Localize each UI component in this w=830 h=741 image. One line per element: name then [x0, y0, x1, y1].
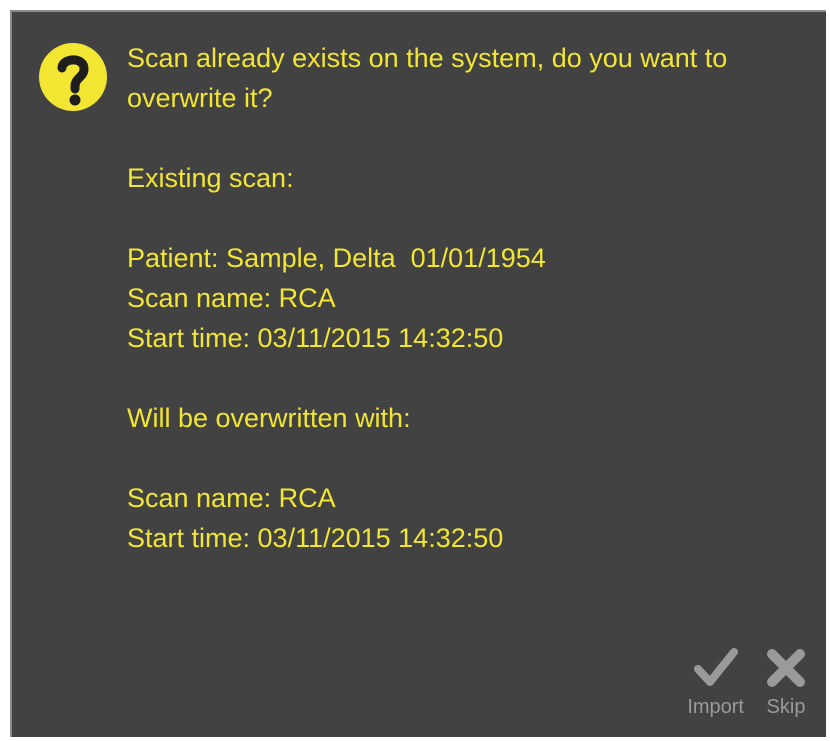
new-scan-name: Scan name: RCA — [127, 483, 336, 513]
new-start-time: Start time: 03/11/2015 14:32:50 — [127, 523, 504, 553]
dialog-actions: Import Skip — [687, 646, 808, 719]
existing-scan-heading: Existing scan: — [127, 163, 294, 193]
existing-patient: Patient: Sample, Delta 01/01/1954 — [127, 243, 546, 273]
skip-label: Skip — [766, 696, 806, 718]
checkmark-icon — [693, 648, 738, 686]
import-label: Import — [687, 696, 744, 718]
question-text-line2: overwrite it? — [127, 83, 273, 113]
question-text-line1: Scan already exists on the system, do yo… — [127, 43, 728, 73]
import-button[interactable]: Import — [687, 646, 744, 719]
question-icon — [39, 43, 107, 111]
existing-start-time: Start time: 03/11/2015 14:32:50 — [127, 323, 504, 353]
overwrite-scan-dialog: Scan already exists on the system, do yo… — [10, 10, 826, 737]
overwrite-heading: Will be overwritten with: — [127, 403, 411, 433]
skip-button[interactable]: Skip — [764, 646, 808, 719]
close-icon — [767, 649, 805, 687]
existing-scan-name: Scan name: RCA — [127, 283, 336, 313]
dialog-message: Scan already exists on the system, do yo… — [127, 38, 817, 558]
